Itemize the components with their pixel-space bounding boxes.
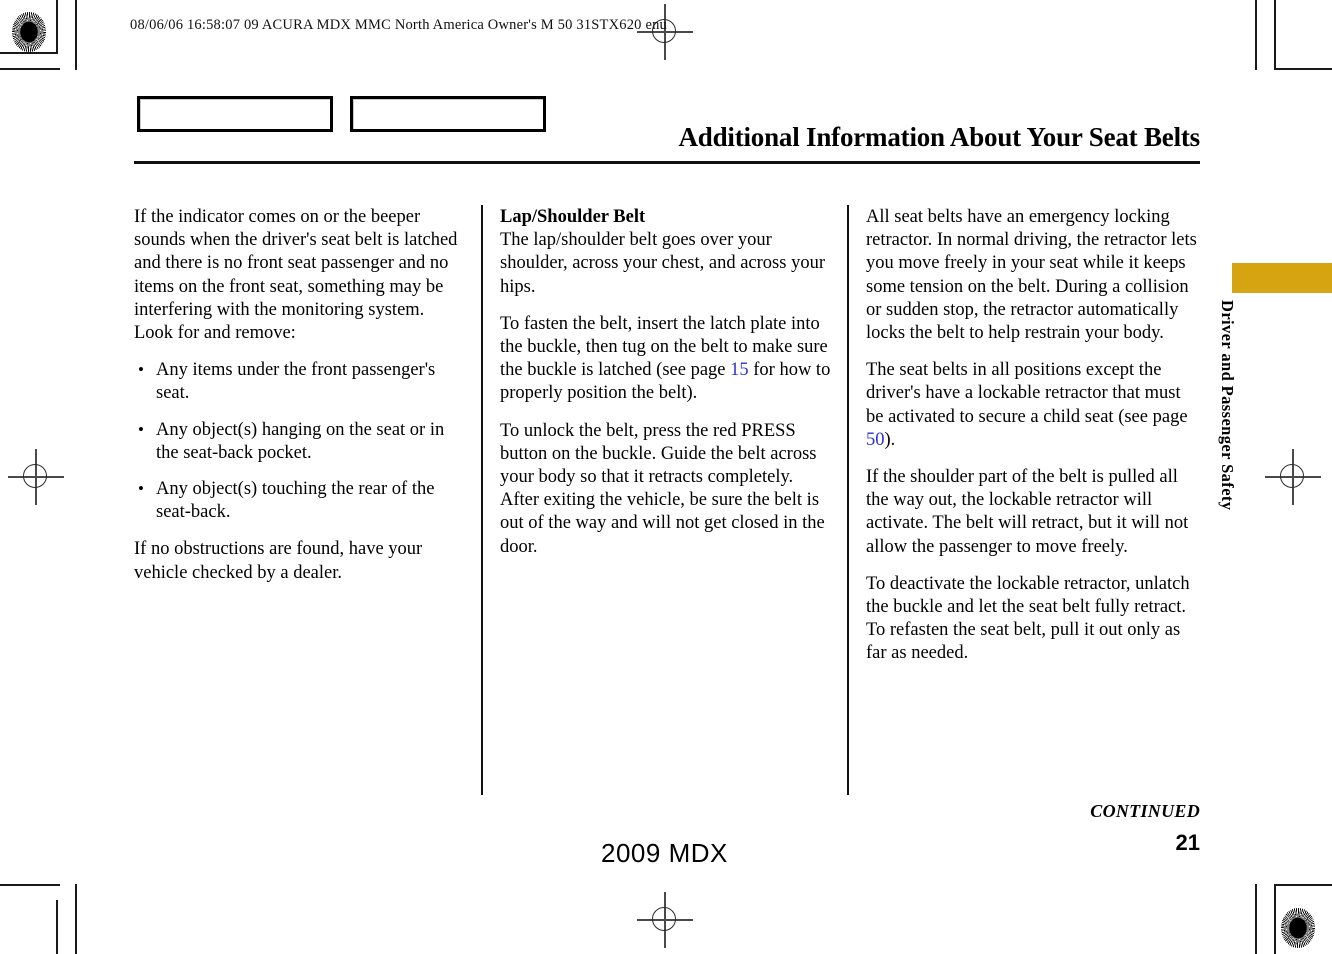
paragraph-with-page-reference: To fasten the belt, insert the latch pla…	[500, 313, 832, 406]
paragraph-text-after: ).	[884, 429, 896, 450]
crop-mark-top-left-vertical	[56, 0, 58, 54]
paragraph: If no obstructions are found, have your …	[134, 539, 423, 583]
page-title: Additional Information About Your Seat B…	[678, 122, 1200, 152]
page-edge-right-top	[1255, 0, 1257, 70]
section-heading: Lap/Shoulder Belt	[500, 207, 646, 227]
crop-mark-bottom-left-vertical	[56, 900, 58, 954]
crop-mark-top-left-outer	[0, 68, 60, 70]
page-cross-reference-15[interactable]: 15	[730, 360, 749, 380]
registration-cross-bottom-center	[637, 892, 693, 948]
section-tab-label: Driver and Passenger Safety	[1218, 300, 1237, 511]
paragraph: The lap/shoulder belt goes over your sho…	[500, 230, 825, 297]
text-column-2: Lap/Shoulder Belt The lap/shoulder belt …	[500, 206, 832, 559]
registration-cross-left	[8, 449, 64, 505]
text-column-1: If the indicator comes on or the beeper …	[134, 206, 466, 585]
paragraph-with-page-reference: The seat belts in all positions except t…	[866, 359, 1198, 452]
column-divider-2	[847, 205, 849, 795]
page-edge-left-bottom	[75, 884, 77, 954]
registration-cross-right	[1265, 449, 1321, 505]
paragraph: To deactivate the lockable retractor, un…	[866, 573, 1190, 664]
title-rule	[134, 161, 1200, 164]
header-box-left[interactable]	[137, 96, 333, 132]
list-item: Any items under the front passenger's se…	[134, 358, 466, 405]
column-divider-1	[481, 205, 483, 795]
paragraph: To unlock the belt, press the red PRESS …	[500, 420, 825, 557]
crop-mark-bottom-right-horizontal	[1274, 884, 1332, 886]
registration-starburst-top-left	[12, 12, 46, 52]
page-number: 21	[1175, 830, 1200, 855]
paragraph: If the indicator comes on or the beeper …	[134, 207, 458, 344]
list-item: Any object(s) touching the rear of the s…	[134, 477, 466, 524]
page-edge-left-top	[75, 0, 77, 70]
page-cross-reference-50[interactable]: 50	[866, 430, 885, 450]
crop-mark-top-right-horizontal	[1274, 68, 1332, 70]
text-column-3: All seat belts have an emergency locking…	[866, 206, 1198, 666]
crop-mark-top-right-vertical	[1274, 0, 1276, 70]
obstruction-checklist: Any items under the front passenger's se…	[134, 358, 466, 524]
list-item: Any object(s) hanging on the seat or in …	[134, 418, 466, 465]
paragraph: All seat belts have an emergency locking…	[866, 207, 1197, 344]
paragraph-text-before: The seat belts in all positions except t…	[866, 360, 1188, 427]
crop-mark-bottom-right-vertical	[1274, 884, 1276, 954]
paragraph: If the shoulder part of the belt is pull…	[866, 467, 1189, 557]
model-year-label: 2009 MDX	[601, 838, 728, 868]
header-box-right[interactable]	[350, 96, 546, 132]
page-edge-right-bottom	[1255, 884, 1257, 954]
crop-mark-bottom-left-horizontal	[0, 884, 60, 886]
registration-starburst-bottom-right	[1281, 908, 1315, 948]
section-tab-swatch	[1232, 263, 1332, 293]
crop-mark-top-left-horizontal	[0, 52, 58, 54]
continued-label: CONTINUED	[1090, 801, 1200, 821]
print-slug-line: 08/06/06 16:58:07 09 ACURA MDX MMC North…	[130, 17, 667, 33]
